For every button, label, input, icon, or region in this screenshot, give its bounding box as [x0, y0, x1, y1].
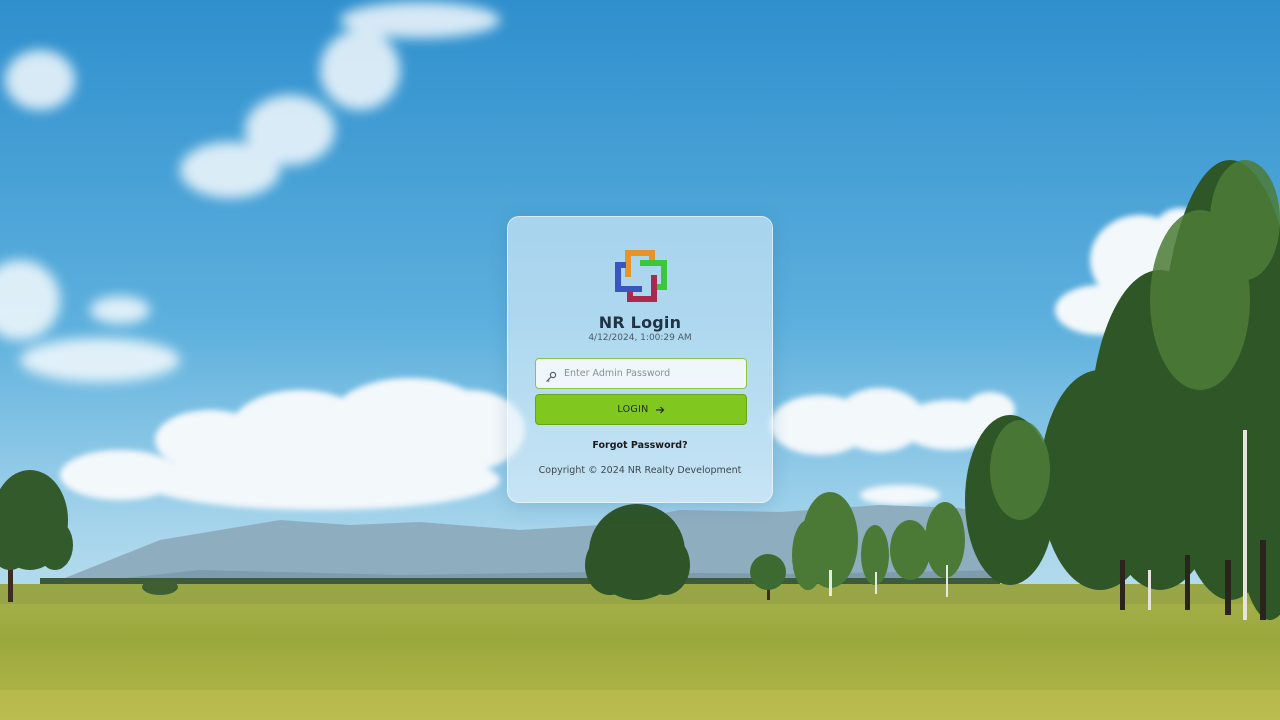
key-icon [545, 368, 557, 383]
password-input[interactable] [564, 359, 742, 388]
interlocking-squares-logo [614, 249, 668, 303]
arrow-right-icon [655, 405, 665, 415]
copyright-text: Copyright © 2024 NR Realty Development [538, 465, 742, 476]
login-button-label: LOGIN [617, 404, 649, 415]
login-title: NR Login [598, 313, 682, 332]
current-datetime: 4/12/2024, 1:00:29 AM [588, 333, 692, 343]
password-field[interactable] [535, 358, 747, 389]
login-button[interactable]: LOGIN [535, 394, 747, 425]
login-card: NR Login 4/12/2024, 1:00:29 AM LOGIN For… [507, 216, 773, 503]
forgot-password-link[interactable]: Forgot Password? [508, 440, 772, 451]
